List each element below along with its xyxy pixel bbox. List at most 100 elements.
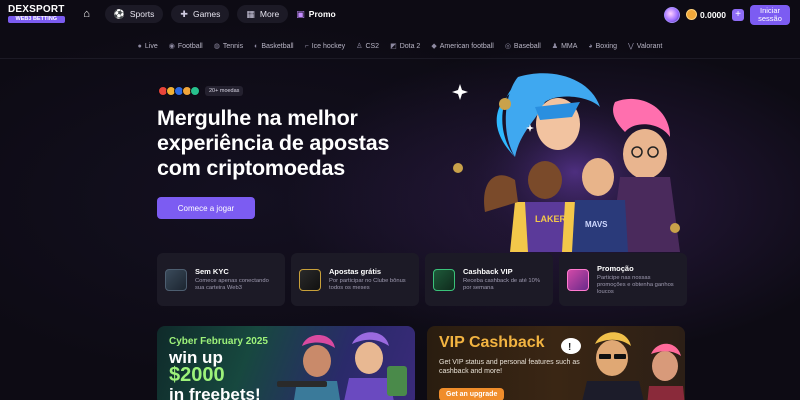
logo-wordmark: DEXSPORT [8,3,65,15]
sport-label: Basketball [261,42,294,50]
coin-icon [686,9,697,21]
feature-cards: Sem KYC Comece apenas conectando sua car… [157,253,687,306]
sport-live[interactable]: ● Live [138,43,158,50]
feature-description: Receba cashback de até 10% por semana [463,278,541,291]
hockey-icon: ⌐ [304,42,309,50]
get-upgrade-button[interactable]: Get an upgrade [439,388,505,400]
sports-category-strip: ● Live ◉ Football ◍ Tennis ◐ Basketball … [0,39,800,53]
nav-more-label: More [259,9,280,19]
wallet-icon [165,268,187,291]
start-playing-button[interactable]: Comece a jogar [157,197,255,219]
top-navigation-bar: DEXSPORT WEB3 BETTING ⌂ ⚽ Sports ✚ Games… [0,0,800,28]
supported-coins: 20+ moedas [158,86,244,96]
sport-label: Ice hockey [311,42,346,50]
divider [0,58,800,59]
home-icon: ⌂ [83,8,90,20]
deposit-button[interactable]: + [732,8,744,21]
coin-icon [190,86,200,96]
feature-title: Apostas grátis [329,267,382,276]
sport-label: MMA [561,42,578,50]
svg-text:!: ! [568,342,571,353]
balance-value: 0.0000 [700,9,726,20]
sport-valorant[interactable]: ⋁ Valorant [628,42,663,51]
sport-football[interactable]: ◉ Football [168,42,203,51]
coins-count-badge: 20+ moedas [205,86,244,96]
feature-description: Por participar no Clube bônus todos os m… [329,278,406,291]
hero-title: Mergulhe na melhor experiência de aposta… [157,106,437,181]
valorant-icon: ⋁ [628,43,634,50]
tennis-icon: ◍ [213,43,220,50]
boxing-icon: ◕ [588,42,593,50]
sport-basketball[interactable]: ◐ Basketball [254,43,294,50]
nav-sports[interactable]: ⚽ Sports [104,5,164,23]
sport-boxing[interactable]: ◕ Boxing [588,43,617,50]
gift-icon: ▣ [296,8,305,19]
sport-american-football[interactable]: ◆ American football [431,42,494,51]
login-button[interactable]: Iniciar sessão [750,5,790,25]
svg-text:MAVS: MAVS [585,220,608,229]
nav-sports-label: Sports [129,9,155,19]
nav-games[interactable]: ✚ Games [171,5,230,23]
feature-title: Cashback VIP [463,267,513,276]
balance-display[interactable]: 0.0000 [686,9,726,21]
live-dot-icon: ● [137,42,142,50]
logo[interactable]: DEXSPORT WEB3 BETTING [8,3,65,24]
sport-tennis[interactable]: ◍ Tennis [213,42,244,51]
sport-mma[interactable]: ♟ MMA [551,42,578,51]
cashback-icon [433,268,455,291]
gift-bag-icon [299,268,321,291]
svg-text:LAKERS: LAKERS [535,214,572,224]
home-button[interactable]: ⌂ [77,5,97,23]
sport-label: CS2 [365,42,380,50]
avatar[interactable] [664,6,680,23]
feature-description: Comece apenas conectando sua carteira We… [195,278,269,291]
sport-label: Live [144,42,158,50]
baseball-icon: ◎ [504,43,511,50]
sport-label: Dota 2 [399,42,421,50]
gift-box-icon [567,268,589,291]
feature-card-no-kyc[interactable]: Sem KYC Comece apenas conectando sua car… [157,253,285,306]
soccer-ball-icon: ⚽ [113,8,125,19]
nav-promo[interactable]: ▣ Promo [296,9,335,20]
feature-title: Promoção [597,263,634,273]
football-icon: ◉ [168,43,175,50]
sport-label: Tennis [222,42,244,50]
sport-label: Football [177,42,203,50]
hero-title-line: Mergulhe na melhor [157,106,358,130]
plus-icon: + [735,8,741,20]
hero-athletes-illustration: LAKERS MAVS [452,73,690,252]
basketball-icon: ◐ [254,42,259,50]
hero-title-line: com criptomoedas [157,156,345,180]
logo-tagline: WEB3 BETTING [8,15,65,24]
nav-games-label: Games [192,9,221,19]
feature-card-vip-cashback[interactable]: Cashback VIP Receba cashback de até 10% … [425,253,553,306]
banner-eyebrow: Cyber February 2025 [169,336,268,347]
cyber-characters-illustration [277,332,407,400]
feature-description: Participe nas nossas promoções e obtenha… [597,274,674,295]
banner-amount: $2000 [169,364,225,386]
vip-cashback-banner[interactable]: VIP Cashback Get VIP status and personal… [427,326,685,400]
sport-baseball[interactable]: ◎ Baseball [504,42,541,51]
sport-ice-hockey[interactable]: ⌐ Ice hockey [305,43,346,50]
feature-card-promotion[interactable]: Promoção Participe nas nossas promoções … [559,253,687,306]
sport-label: Boxing [595,42,618,50]
sport-label: Valorant [636,42,663,50]
nav-more[interactable]: ▦ More [237,5,289,23]
sport-cs2[interactable]: ♙ CS2 [356,42,380,51]
mma-icon: ♟ [551,43,559,50]
american-football-icon: ◆ [431,43,437,50]
grid-icon: ▦ [246,8,255,19]
sport-label: American football [439,42,494,50]
dota-icon: ◩ [390,43,397,50]
nav-promo-label: Promo [308,9,336,19]
sport-dota2[interactable]: ◩ Dota 2 [390,42,421,51]
gamepad-icon: ✚ [180,8,188,19]
hero-title-line: experiência de apostas [157,131,390,155]
cs2-icon: ♙ [356,43,363,50]
cyber-february-banner[interactable]: Cyber February 2025 win up $2000 in free… [157,326,415,400]
feature-title: Sem KYC [195,267,229,276]
feature-card-free-bets[interactable]: Apostas grátis Por participar no Clube b… [291,253,419,306]
banner-title: VIP Cashback [439,334,545,351]
sport-label: Baseball [513,42,541,50]
vip-characters-illustration: ! [561,332,685,400]
